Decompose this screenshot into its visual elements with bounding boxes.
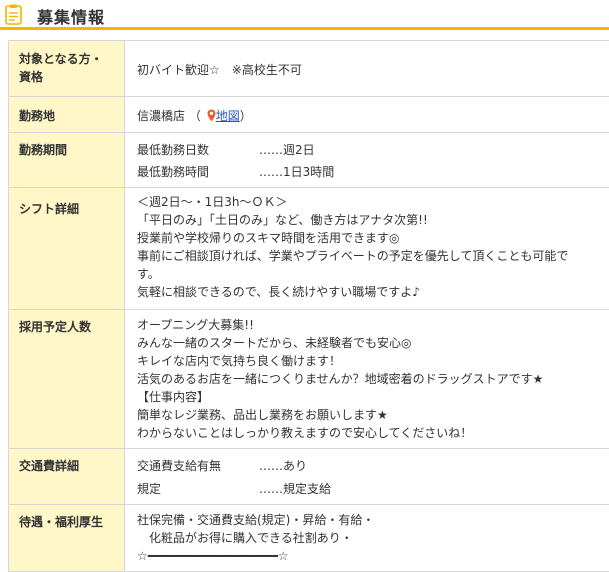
row-hiring: 採用予定人数 オープニング大募集!! みんな一緒のスタートだから、未経験者でも安…	[8, 310, 609, 449]
row-value: オープニング大募集!! みんな一緒のスタートだから、未経験者でも安心◎ キレイな…	[125, 310, 609, 449]
row-label: 勤務地	[8, 97, 125, 133]
row-transport: 交通費詳細 交通費支給有無 ……あり 規定 ……規定支給	[8, 449, 609, 505]
row-label: 待遇・福利厚生	[8, 505, 125, 572]
row-shift: シフト詳細 ＜週2日～・1日3h～ＯＫ＞ 「平日のみ」「土日のみ」など、働き方は…	[8, 188, 609, 310]
row-value: 初バイト歓迎☆ ※高校生不可	[125, 41, 609, 97]
row-target: 対象となる方・ 資格 初バイト歓迎☆ ※高校生不可	[8, 41, 609, 97]
row-value: 信濃橋店 （ 地図）	[125, 97, 609, 133]
row-value: ＜週2日～・1日3h～ＯＫ＞ 「平日のみ」「土日のみ」など、働き方はアナタ次第!…	[125, 188, 609, 310]
row-location: 勤務地 信濃橋店 （ 地図）	[8, 97, 609, 133]
map-pin-icon	[207, 109, 216, 122]
section-header: 募集情報	[0, 0, 609, 30]
transport-item: 規定 ……規定支給	[137, 482, 332, 496]
section-title: 募集情報	[37, 8, 106, 27]
row-label: 対象となる方・ 資格	[8, 41, 125, 97]
row-value: 交通費支給有無 ……あり 規定 ……規定支給	[125, 449, 609, 505]
job-info-table: 対象となる方・ 資格 初バイト歓迎☆ ※高校生不可 勤務地 信濃橋店 （ 地図）…	[8, 40, 609, 572]
row-label: 採用予定人数	[8, 310, 125, 449]
row-label: 勤務期間	[8, 133, 125, 188]
store-name: 信濃橋店	[137, 109, 186, 123]
row-period: 勤務期間 最低勤務日数 ……週2日 最低勤務時間 ……1日3時間	[8, 133, 609, 188]
transport-item: 交通費支給有無 ……あり	[137, 459, 308, 473]
row-benefits: 待遇・福利厚生 社保完備・交通費支給(規定)・昇給・有給・ 化粧品がお得に購入で…	[8, 505, 609, 572]
target-text: 初バイト歓迎☆ ※高校生不可	[137, 63, 302, 77]
row-value: 最低勤務日数 ……週2日 最低勤務時間 ……1日3時間	[125, 133, 609, 188]
document-icon	[5, 4, 22, 25]
row-label: シフト詳細	[8, 188, 125, 310]
map-link[interactable]: 地図	[216, 109, 240, 123]
period-item: 最低勤務時間 ……1日3時間	[137, 165, 335, 179]
row-label: 交通費詳細	[8, 449, 125, 505]
period-item: 最低勤務日数 ……週2日	[137, 143, 315, 157]
row-value: 社保完備・交通費支給(規定)・昇給・有給・ 化粧品がお得に購入できる社割あり・ …	[125, 505, 609, 572]
